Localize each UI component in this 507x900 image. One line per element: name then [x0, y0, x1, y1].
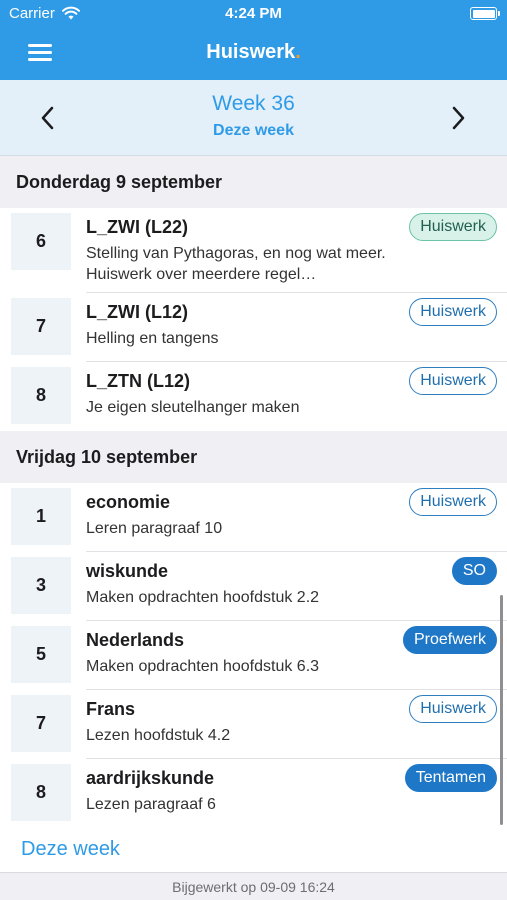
lesson-hour: 5	[11, 626, 71, 683]
lesson-hour: 3	[11, 557, 71, 614]
homework-description: Helling en tangens	[86, 330, 219, 347]
homework-type-badge: Tentamen	[404, 764, 497, 792]
day-header: Donderdag 9 september	[0, 156, 507, 208]
homework-description: Lezen hoofdstuk 4.2	[86, 727, 231, 744]
homework-row[interactable]: 7 Frans Lezen hoofdstuk 4.2 Huiswerk	[0, 690, 507, 759]
lesson-hour: 7	[11, 298, 71, 355]
subject-name: aardrijkskunde	[86, 768, 215, 788]
homework-description: Maken opdrachten hoofdstuk 2.2	[86, 589, 320, 606]
clock: 4:24 PM	[225, 5, 282, 22]
week-selector: Week 36 Deze week	[0, 80, 507, 156]
homework-row[interactable]: 3 wiskunde Maken opdrachten hoofdstuk 2.…	[0, 552, 507, 621]
day-header-label: Vrijdag 10 september	[16, 447, 198, 467]
lesson-hour: 6	[11, 213, 71, 270]
homework-type-badge: Proefwerk	[402, 626, 497, 654]
homework-type-badge: Huiswerk	[409, 695, 497, 723]
homework-type-badge: SO	[451, 557, 497, 585]
subject-name: L_ZWI (L12)	[86, 302, 188, 322]
title-text: Huiswerk	[206, 41, 296, 63]
status-bar: Carrier 4:24 PM	[0, 0, 507, 28]
this-week-link[interactable]: Deze week	[21, 838, 120, 861]
subject-name: Nederlands	[86, 630, 185, 650]
homework-description: Lezen paragraaf 6	[86, 796, 216, 813]
lesson-hour: 8	[11, 764, 71, 821]
day-header-label: Donderdag 9 september	[16, 172, 223, 192]
homework-type-badge: Huiswerk	[409, 213, 497, 241]
lesson-hour: 8	[11, 367, 71, 424]
battery-icon	[470, 7, 500, 20]
last-updated-bar: Bijgewerkt op 09-09 16:24	[0, 872, 507, 900]
homework-description: Je eigen sleutelhanger maken	[86, 399, 300, 416]
day-header: Vrijdag 10 september	[0, 431, 507, 483]
homework-description: Stelling van Pythagoras, en nog wat meer…	[86, 245, 386, 283]
homework-type-badge: Huiswerk	[409, 488, 497, 516]
subject-name: wiskunde	[86, 561, 169, 581]
homework-row[interactable]: 7 L_ZWI (L12) Helling en tangens Huiswer…	[0, 293, 507, 362]
next-week-chevron-icon[interactable]	[444, 104, 472, 132]
homework-row[interactable]: 1 economie Leren paragraaf 10 Huiswerk	[0, 483, 507, 552]
title-dot: .	[295, 41, 301, 63]
subject-name: Frans	[86, 699, 136, 719]
subject-name: economie	[86, 492, 171, 512]
lesson-hour: 7	[11, 695, 71, 752]
subject-name: L_ZWI (L22)	[86, 217, 188, 237]
homework-row[interactable]: 5 Nederlands Maken opdrachten hoofdstuk …	[0, 621, 507, 690]
homework-row[interactable]: 8 aardrijkskunde Lezen paragraaf 6 Tenta…	[0, 759, 507, 828]
scrollbar[interactable]	[500, 595, 503, 825]
homework-row[interactable]: 6 L_ZWI (L22) Stelling van Pythagoras, e…	[0, 208, 507, 293]
week-subtitle: Deze week	[213, 122, 294, 139]
homework-type-badge: Huiswerk	[409, 367, 497, 395]
lesson-hour: 1	[11, 488, 71, 545]
homework-row[interactable]: 8 L_ZTN (L12) Je eigen sleutelhanger mak…	[0, 362, 507, 431]
nav-bar: Huiswerk.	[0, 28, 507, 80]
homework-type-badge: Huiswerk	[409, 298, 497, 326]
page-title: Huiswerk.	[0, 41, 507, 64]
last-updated-label: Bijgewerkt op 09-09 16:24	[172, 879, 335, 895]
week-title: Week 36	[212, 92, 295, 115]
homework-description: Maken opdrachten hoofdstuk 6.3	[86, 658, 320, 675]
subject-name: L_ZTN (L12)	[86, 371, 191, 391]
homework-description: Leren paragraaf 10	[86, 520, 223, 537]
